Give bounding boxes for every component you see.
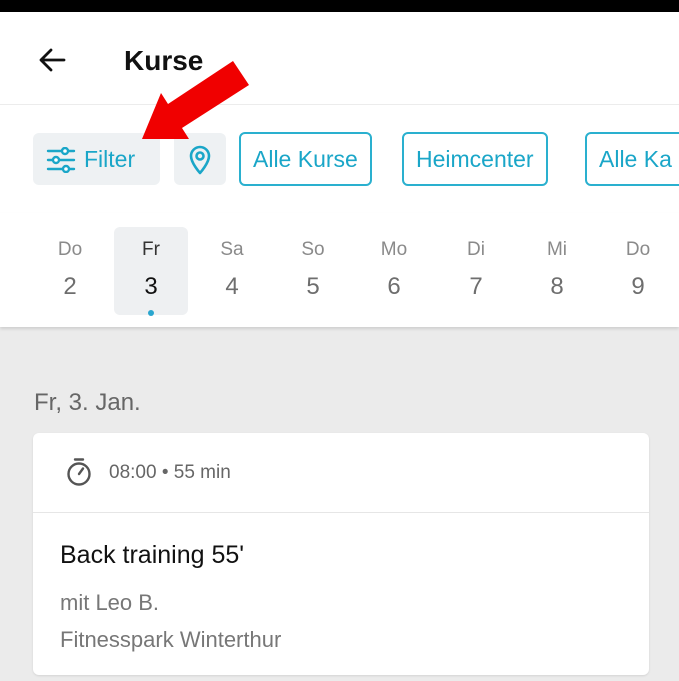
day-item-selected[interactable]: Fr 3 — [111, 213, 188, 327]
course-card-header: 08:00 • 55 min — [33, 433, 649, 513]
filter-button[interactable]: Filter — [33, 133, 160, 185]
day-item[interactable]: So 5 — [273, 213, 349, 327]
chip-heimcenter[interactable]: Heimcenter — [402, 132, 548, 186]
day-item[interactable]: Di 7 — [436, 213, 512, 327]
page-title: Kurse — [124, 45, 204, 76]
course-name: Back training 55' — [60, 541, 245, 569]
day-picker: Do 2 Fr 3 Sa 4 So 5 Mo 6 Di 7 Mi 8 Do 9 — [0, 213, 679, 327]
status-bar — [0, 0, 679, 12]
day-number: 3 — [144, 273, 158, 300]
sliders-icon — [46, 147, 76, 173]
day-name: Di — [467, 239, 485, 260]
day-name: So — [301, 239, 325, 260]
day-number: 7 — [469, 273, 483, 300]
map-pin-icon — [189, 145, 211, 175]
day-item[interactable]: Sa 4 — [192, 213, 268, 327]
day-number: 2 — [63, 273, 77, 300]
day-name: Do — [625, 239, 651, 260]
day-number: 4 — [225, 273, 239, 300]
day-number: 9 — [631, 273, 645, 300]
location-button[interactable] — [174, 133, 226, 185]
course-trainer: mit Leo B. — [60, 590, 160, 615]
filter-label: Filter — [84, 146, 136, 172]
day-number: 5 — [306, 273, 320, 300]
day-name: Mo — [380, 239, 408, 260]
filter-bar: Filter Alle Kurse Heimcenter Alle Ka — [0, 104, 679, 214]
app-bar: Kurse — [0, 12, 679, 104]
day-item[interactable]: Mi 8 — [517, 213, 593, 327]
day-name: Mi — [546, 239, 568, 260]
day-item[interactable]: Do 2 — [30, 213, 106, 327]
course-time: 08:00 • 55 min — [109, 462, 231, 483]
day-item[interactable]: Do 9 — [598, 213, 674, 327]
course-card[interactable]: 08:00 • 55 min Back training 55' mit Leo… — [33, 433, 649, 675]
day-number: 6 — [387, 273, 401, 300]
date-heading: Fr, 3. Jan. — [34, 389, 141, 416]
course-location: Fitnesspark Winterthur — [60, 627, 282, 652]
arrow-left-icon — [39, 48, 66, 72]
back-button[interactable] — [28, 40, 76, 80]
day-number: 8 — [550, 273, 564, 300]
day-name: Fr — [142, 239, 160, 260]
day-name: Sa — [220, 239, 244, 260]
chip-alle-kurse[interactable]: Alle Kurse — [239, 132, 372, 186]
stopwatch-icon — [67, 458, 91, 486]
chip-alle-kategorien[interactable]: Alle Ka — [585, 132, 679, 186]
has-courses-dot — [148, 310, 154, 316]
day-item[interactable]: Mo 6 — [354, 213, 430, 327]
day-name: Do — [57, 239, 83, 260]
